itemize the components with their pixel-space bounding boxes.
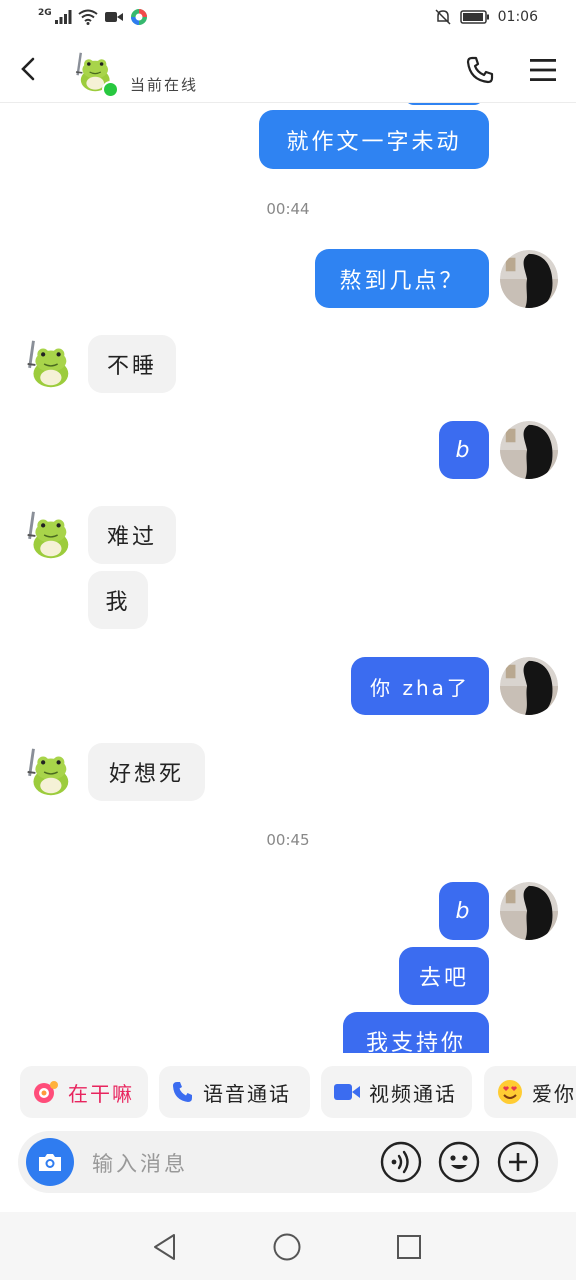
message-bubble-outgoing[interactable]: 就作文一字未动 bbox=[259, 110, 489, 169]
quick-actions-bar[interactable]: 在干嘛 语音通话 视频通话 爱你 bbox=[0, 1060, 576, 1126]
quick-action-chip[interactable]: 语音通话 bbox=[159, 1066, 310, 1118]
add-icon[interactable] bbox=[497, 1141, 539, 1183]
bell-muted-icon bbox=[435, 9, 451, 25]
phone-icon bbox=[173, 1082, 192, 1102]
message-text: 不睡 bbox=[106, 354, 157, 379]
my-avatar[interactable] bbox=[500, 882, 558, 940]
emoji-icon[interactable] bbox=[438, 1141, 480, 1183]
nav-home-icon[interactable] bbox=[272, 1232, 302, 1262]
message-text: 我支持你 bbox=[365, 1031, 466, 1053]
menu-icon[interactable] bbox=[528, 56, 558, 84]
quick-action-chip[interactable]: 视频通话 bbox=[321, 1066, 472, 1118]
back-arrow-icon[interactable] bbox=[14, 54, 44, 84]
message-bubble-partial bbox=[404, 103, 484, 105]
network-type: 2G bbox=[38, 8, 52, 18]
wifi-icon bbox=[78, 9, 98, 25]
message-bubble-incoming[interactable]: 好想死 bbox=[88, 743, 205, 801]
camera-button[interactable] bbox=[26, 1138, 74, 1186]
chip-label: 视频通话 bbox=[369, 1081, 457, 1106]
swirl-icon bbox=[34, 1081, 58, 1103]
message-list[interactable]: 就作文一字未动 00:44 熬到几点？ 不睡 b 难过 我 你 zha了 好想死… bbox=[0, 103, 576, 1053]
chat-header: 当前在线 bbox=[0, 40, 576, 103]
system-nav-bar bbox=[0, 1212, 576, 1280]
heart-eyes-emoji-icon bbox=[498, 1080, 522, 1104]
voice-message-icon[interactable] bbox=[380, 1141, 422, 1183]
my-avatar[interactable] bbox=[500, 421, 558, 479]
video-record-icon bbox=[104, 12, 123, 22]
quick-action-chip[interactable]: 在干嘛 bbox=[20, 1066, 148, 1118]
status-bar: 2G 01:06 bbox=[0, 0, 576, 40]
contact-avatar[interactable] bbox=[18, 506, 76, 564]
message-bubble-incoming[interactable]: 我 bbox=[88, 571, 148, 629]
message-text: 难过 bbox=[106, 525, 157, 550]
my-avatar[interactable] bbox=[500, 657, 558, 715]
message-bubble-outgoing[interactable]: b bbox=[439, 882, 489, 940]
phone-call-icon[interactable] bbox=[464, 54, 496, 86]
message-text: 熬到几点？ bbox=[339, 268, 465, 294]
message-text: 去吧 bbox=[418, 966, 469, 991]
battery-icon bbox=[459, 10, 489, 24]
nav-recents-icon[interactable] bbox=[395, 1233, 423, 1261]
app-notification-icon bbox=[130, 9, 147, 25]
timestamp: 00:45 bbox=[266, 831, 310, 849]
contact-avatar[interactable] bbox=[18, 335, 76, 393]
message-input[interactable]: 输入消息 bbox=[92, 1148, 188, 1178]
video-icon bbox=[334, 1084, 360, 1100]
signal-icon bbox=[54, 10, 72, 24]
message-bubble-incoming[interactable]: 不睡 bbox=[88, 335, 176, 393]
chip-label: 爱你 bbox=[532, 1081, 576, 1106]
message-text: 就作文一字未动 bbox=[286, 129, 462, 155]
quick-action-chip[interactable]: 爱你 bbox=[484, 1066, 576, 1118]
online-indicator bbox=[102, 81, 119, 98]
message-input-bar: 输入消息 bbox=[18, 1131, 558, 1193]
contact-avatar[interactable] bbox=[18, 743, 76, 801]
clock: 01:06 bbox=[497, 9, 538, 25]
message-bubble-outgoing[interactable]: b bbox=[439, 421, 489, 479]
timestamp: 00:44 bbox=[266, 200, 310, 218]
camera-icon bbox=[39, 1154, 61, 1171]
message-bubble-outgoing[interactable]: 去吧 bbox=[399, 947, 489, 1005]
chip-label: 在干嘛 bbox=[68, 1081, 134, 1106]
message-text: 我 bbox=[105, 590, 131, 615]
message-bubble-outgoing[interactable]: 我支持你 bbox=[343, 1012, 489, 1053]
message-text: 你 zha了 bbox=[370, 675, 470, 700]
message-bubble-incoming[interactable]: 难过 bbox=[88, 506, 176, 564]
my-avatar[interactable] bbox=[500, 250, 558, 308]
message-bubble-outgoing[interactable]: 熬到几点？ bbox=[315, 249, 489, 308]
message-bubble-outgoing[interactable]: 你 zha了 bbox=[351, 657, 489, 715]
contact-status: 当前在线 bbox=[130, 76, 199, 94]
chip-label: 语音通话 bbox=[203, 1081, 291, 1106]
message-text: 好想死 bbox=[108, 762, 184, 787]
nav-back-icon[interactable] bbox=[150, 1232, 180, 1262]
message-text: b bbox=[455, 437, 473, 463]
message-text: b bbox=[455, 898, 473, 924]
